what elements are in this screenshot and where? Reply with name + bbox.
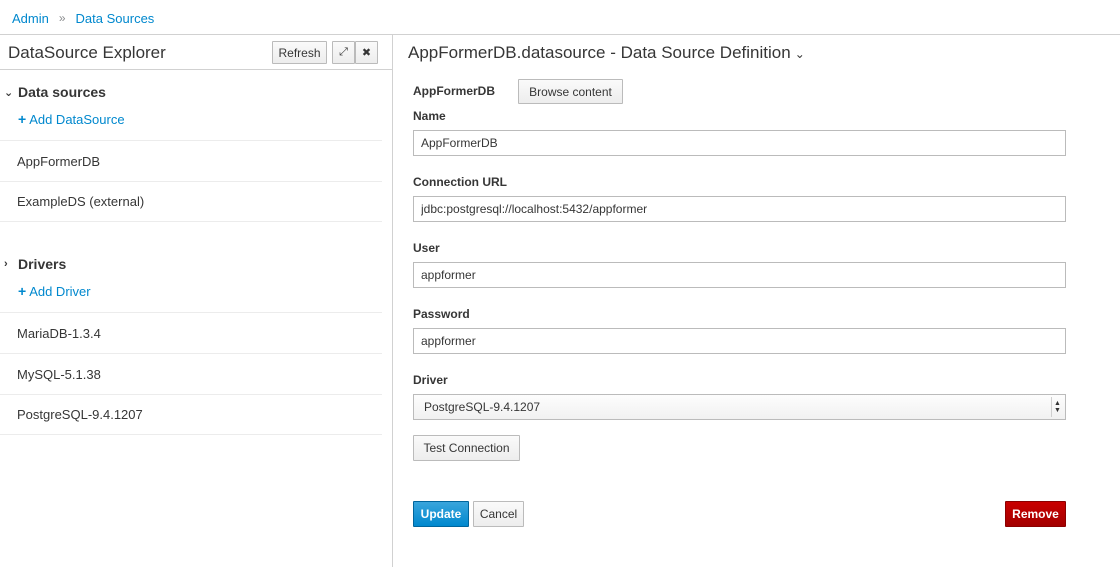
driver-item-mariadb[interactable]: MariaDB-1.3.4 [0, 312, 382, 353]
test-connection-button[interactable]: Test Connection [413, 435, 520, 461]
chevron-down-icon: ⌄ [4, 86, 14, 99]
add-datasource-link[interactable]: + Add DataSource [18, 111, 125, 127]
panel-divider [392, 35, 393, 567]
drivers-section-toggle[interactable]: › Drivers [4, 256, 66, 272]
definition-title-text: AppFormerDB.datasource - Data Source Def… [408, 43, 791, 62]
datasource-item-appformerdb[interactable]: AppFormerDB [0, 140, 382, 181]
name-input[interactable] [413, 130, 1066, 156]
breadcrumb-separator: » [58, 11, 66, 25]
close-icon[interactable]: ✖ [355, 41, 378, 64]
add-driver-label: Add Driver [29, 283, 91, 299]
refresh-button[interactable]: Refresh [272, 41, 327, 64]
datasource-item-exampleds[interactable]: ExampleDS (external) [0, 181, 382, 222]
plus-icon: + [18, 111, 27, 127]
select-arrows-icon: ▲ ▼ [1051, 397, 1063, 417]
definition-title[interactable]: AppFormerDB.datasource - Data Source Def… [408, 43, 805, 63]
datasource-explorer-panel: DataSource Explorer Refresh ⤢ ✖ ⌄ Data s… [0, 35, 392, 567]
user-input[interactable] [413, 262, 1066, 288]
chevron-down-icon: ⌄ [794, 47, 805, 61]
driver-select-value: PostgreSQL-9.4.1207 [424, 400, 541, 414]
datasources-section-title: Data sources [18, 84, 106, 100]
driver-item-postgresql[interactable]: PostgreSQL-9.4.1207 [0, 394, 382, 435]
add-driver-link[interactable]: + Add Driver [18, 283, 91, 299]
datasources-section-toggle[interactable]: ⌄ Data sources [4, 84, 106, 100]
remove-button[interactable]: Remove [1005, 501, 1066, 527]
browse-content-button[interactable]: Browse content [518, 79, 623, 104]
drivers-section-title: Drivers [18, 256, 67, 272]
connection-url-label: Connection URL [413, 175, 507, 189]
user-label: User [413, 241, 440, 255]
chevron-right-icon: › [4, 258, 8, 270]
expand-icon[interactable]: ⤢ [332, 41, 355, 64]
driver-label: Driver [413, 373, 448, 387]
name-label: Name [413, 109, 446, 123]
breadcrumb-data-sources[interactable]: Data Sources [76, 11, 155, 26]
driver-select[interactable]: PostgreSQL-9.4.1207 ▲ ▼ [413, 394, 1066, 420]
add-datasource-label: Add DataSource [29, 111, 125, 127]
plus-icon: + [18, 283, 27, 299]
explorer-header: DataSource Explorer Refresh ⤢ ✖ [0, 35, 392, 70]
password-input[interactable] [413, 328, 1066, 354]
driver-item-mysql[interactable]: MySQL-5.1.38 [0, 353, 382, 394]
cancel-button[interactable]: Cancel [473, 501, 524, 527]
password-label: Password [413, 307, 470, 321]
breadcrumb-admin[interactable]: Admin [12, 11, 49, 26]
update-button[interactable]: Update [413, 501, 469, 527]
breadcrumb: Admin » Data Sources [12, 10, 154, 26]
explorer-title: DataSource Explorer [8, 43, 166, 62]
connection-url-input[interactable] [413, 196, 1066, 222]
datasource-name-label: AppFormerDB [413, 84, 496, 98]
